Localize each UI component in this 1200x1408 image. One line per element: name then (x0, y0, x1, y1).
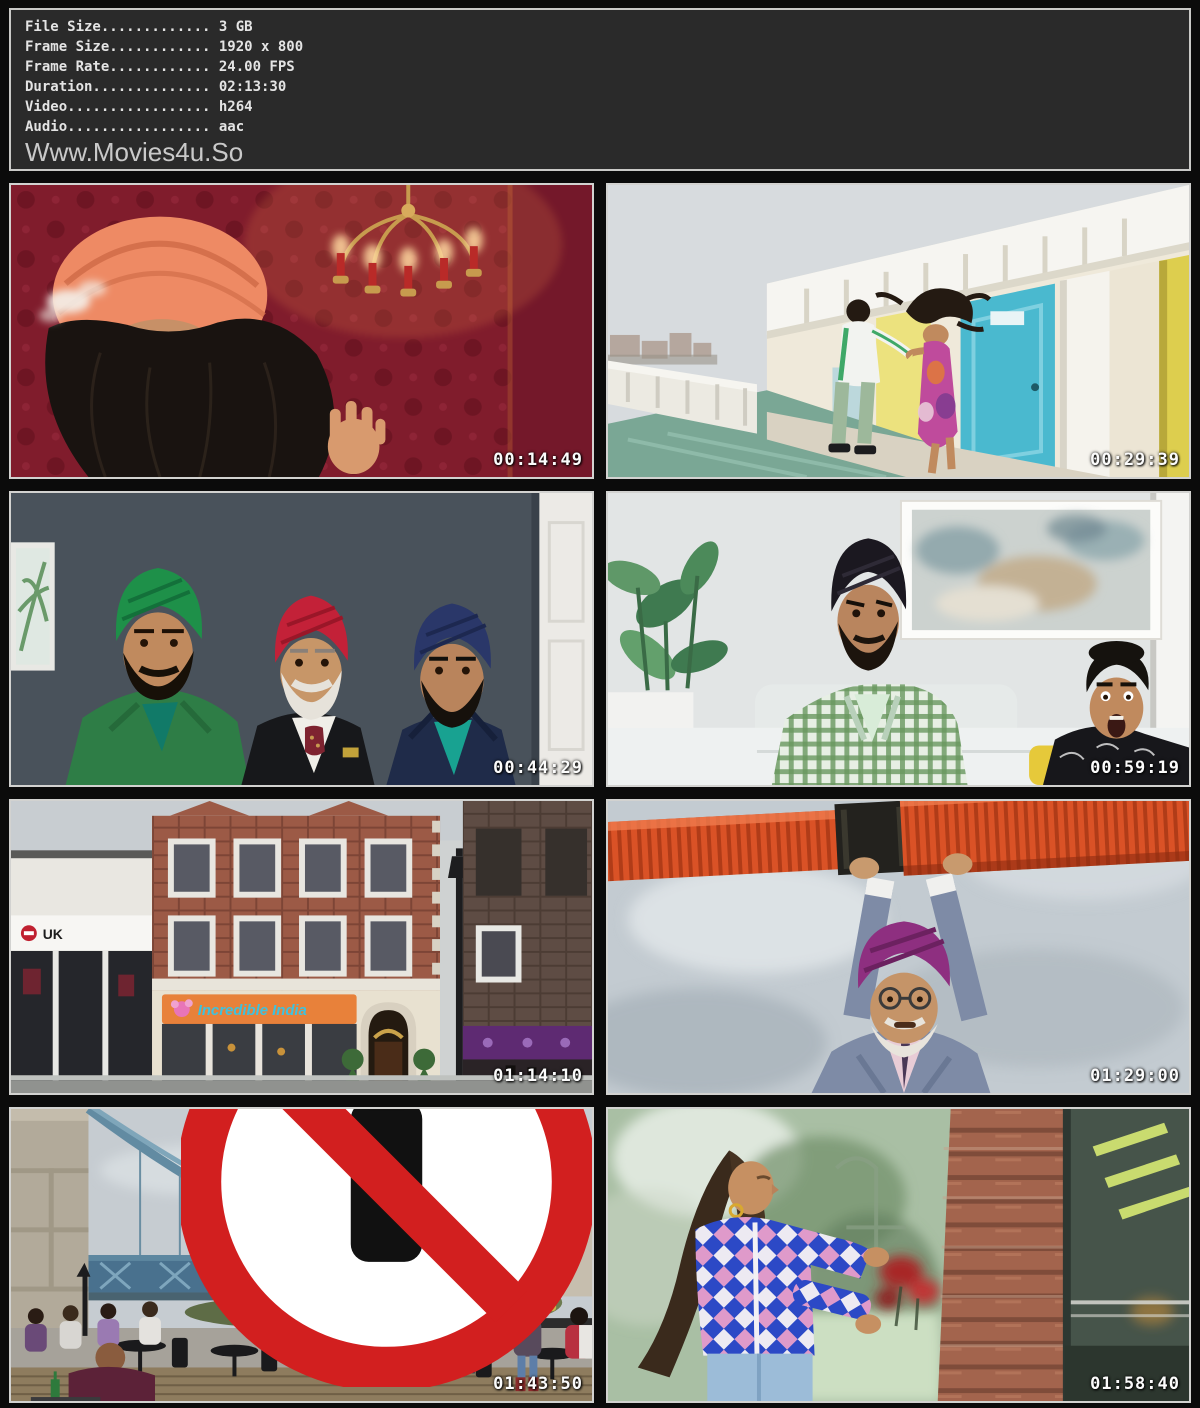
info-value: aac (210, 119, 244, 135)
scene-red-room-illustration (11, 185, 592, 477)
screenshot-5: UK (9, 799, 594, 1095)
svg-text:Incredible India: Incredible India (198, 1003, 307, 1019)
dark-window (1063, 1109, 1189, 1401)
screenshot-1: 00:14:49 (9, 183, 594, 479)
info-label: Duration.............. (25, 79, 210, 95)
info-value: 3 GB (210, 19, 252, 35)
no-alcohol-icon (181, 1107, 592, 1387)
info-label: File Size............. (25, 19, 210, 35)
timestamp-overlay: 00:44:29 (493, 758, 583, 778)
screenshot-grid: 00:14:49 (9, 183, 1191, 1403)
info-line-video: Video.................h264 (25, 97, 1175, 117)
scene-sofa-illustration (608, 493, 1189, 785)
timestamp-overlay: 00:29:39 (1090, 450, 1180, 470)
scene-beach-huts-illustration (608, 185, 1189, 477)
info-value: 24.00 FPS (210, 59, 294, 75)
scene-street-illustration: UK (11, 801, 592, 1093)
info-value: 1920 x 800 (210, 39, 303, 55)
info-value: h264 (210, 99, 252, 115)
timestamp-overlay: 00:59:19 (1090, 758, 1180, 778)
info-line-frame-rate: Frame Rate............24.00 FPS (25, 57, 1175, 77)
info-label: Frame Size............ (25, 39, 210, 55)
screenshot-6: 01:29:00 (606, 799, 1191, 1095)
screenshot-8: 01:58:40 (606, 1107, 1191, 1403)
page: { "file_info": { "lines": [ {"label": "F… (0, 8, 1200, 1408)
brick-building: Incredible India (152, 801, 440, 1093)
screenshot-2: 00:29:39 (606, 183, 1191, 479)
blurred-brick-pillar (938, 1109, 1077, 1401)
stone-pillar (11, 1109, 88, 1331)
white-shop-building: UK (11, 850, 152, 1093)
timestamp-overlay: 00:14:49 (493, 450, 583, 470)
info-line-audio: Audio.................aac (25, 117, 1175, 137)
dark-brick-building (463, 801, 592, 1093)
screenshot-4: 00:59:19 (606, 491, 1191, 787)
info-line-file-size: File Size.............3 GB (25, 17, 1175, 37)
screenshot-3: 00:44:29 (9, 491, 594, 787)
info-label: Frame Rate............ (25, 59, 210, 75)
timestamp-overlay: 01:58:40 (1090, 1374, 1180, 1394)
info-line-duration: Duration..............02:13:30 (25, 77, 1175, 97)
svg-text:UK: UK (43, 926, 63, 942)
timestamp-overlay: 01:14:10 (493, 1066, 583, 1086)
scene-motion-blur-illustration (608, 1109, 1189, 1401)
file-info-panel: File Size.............3 GB Frame Size...… (9, 8, 1191, 171)
scene-pipe-hang-illustration (608, 801, 1189, 1093)
scene-three-men-illustration (11, 493, 592, 785)
screenshot-7: ALCOHOL CONSUMPTION IS INJURIOUS 01:43:5… (9, 1107, 594, 1403)
info-line-frame-size: Frame Size............1920 x 800 (25, 37, 1175, 57)
alcohol-warning: ALCOHOL CONSUMPTION IS INJURIOUS (181, 1107, 592, 1387)
timestamp-overlay: 01:29:00 (1090, 1066, 1180, 1086)
info-label: Audio................. (25, 119, 210, 135)
info-label: Video................. (25, 99, 210, 115)
timestamp-overlay: 01:43:50 (493, 1374, 583, 1394)
info-value: 02:13:30 (210, 79, 286, 95)
site-watermark: Www.Movies4u.So (25, 138, 1175, 167)
